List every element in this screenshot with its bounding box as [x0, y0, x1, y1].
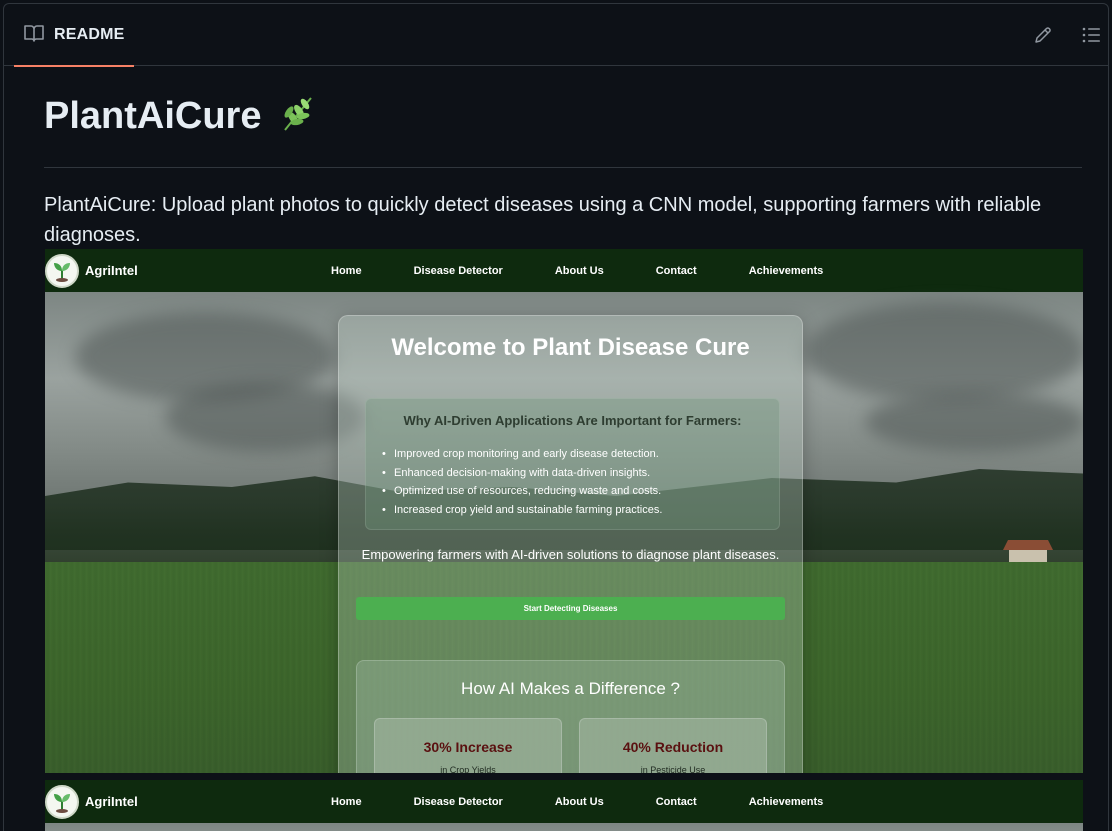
stat-label: in Pesticide Use [640, 765, 706, 773]
stat-value: 30% Increase [423, 739, 513, 755]
nav-links: Home Disease Detector About Us Contact A… [305, 265, 849, 277]
nav-about-us[interactable]: About Us [529, 265, 630, 277]
hero-background-2 [45, 823, 1083, 831]
readme-panel: README PlantAiCure PlantAiCure: Upload p… [3, 3, 1109, 831]
app-navbar-2: AgriIntel Home Disease Detector About Us… [45, 780, 1083, 823]
welcome-title: Welcome to Plant Disease Cure [391, 334, 750, 361]
list-item: Enhanced decision-making with data-drive… [382, 464, 662, 483]
readme-header: README [4, 4, 1108, 67]
list-outline-icon[interactable] [1080, 24, 1102, 46]
app-screenshot-2: AgriIntel Home Disease Detector About Us… [45, 780, 1083, 831]
stat-value: 40% Reduction [622, 739, 724, 755]
welcome-card: Welcome to Plant Disease Cure Why AI-Dri… [338, 315, 803, 773]
brand-name: AgriIntel [85, 794, 138, 809]
nav-contact[interactable]: Contact [630, 265, 723, 277]
difference-box: How AI Makes a Difference ? 30% Increase… [356, 660, 785, 773]
nav-disease-detector[interactable]: Disease Detector [388, 265, 529, 277]
herb-icon [279, 94, 317, 139]
nav-achievements[interactable]: Achievements [723, 265, 850, 277]
nav-achievements[interactable]: Achievements [723, 796, 850, 808]
brand[interactable]: AgriIntel [45, 253, 305, 288]
why-ai-box: Why AI-Driven Applications Are Important… [365, 398, 780, 530]
sprout-logo-icon [45, 253, 79, 288]
farmhouse [1003, 540, 1053, 562]
stat-card-yield: 30% Increase in Crop Yields [374, 718, 562, 773]
sprout-logo-icon [45, 784, 79, 819]
nav-home[interactable]: Home [305, 265, 388, 277]
list-item: Optimized use of resources, reducing was… [382, 482, 662, 501]
stat-card-pesticide: 40% Reduction in Pesticide Use [579, 718, 767, 773]
nav-links-2: Home Disease Detector About Us Contact A… [305, 796, 849, 808]
page-title: PlantAiCure [44, 95, 262, 137]
pencil-icon[interactable] [1032, 24, 1054, 46]
stat-label: in Crop Yields [440, 765, 496, 773]
why-ai-title: Why AI-Driven Applications Are Important… [403, 413, 742, 428]
why-ai-list: Improved crop monitoring and early disea… [382, 445, 662, 520]
brand-name: AgriIntel [85, 263, 138, 278]
app-screenshot: AgriIntel Home Disease Detector About Us… [45, 249, 1083, 773]
brand-2[interactable]: AgriIntel [45, 784, 305, 819]
difference-title: How AI Makes a Difference ? [461, 679, 680, 698]
nav-about-us[interactable]: About Us [529, 796, 630, 808]
list-item: Improved crop monitoring and early disea… [382, 445, 662, 464]
nav-contact[interactable]: Contact [630, 796, 723, 808]
nav-home[interactable]: Home [305, 796, 388, 808]
app-navbar: AgriIntel Home Disease Detector About Us… [45, 249, 1083, 292]
list-item: Increased crop yield and sustainable far… [382, 501, 662, 520]
readme-tab[interactable]: README [14, 4, 134, 67]
nav-disease-detector[interactable]: Disease Detector [388, 796, 529, 808]
readme-tab-label: README [54, 26, 125, 43]
book-icon [24, 24, 44, 47]
empower-text: Empowering farmers with AI-driven soluti… [361, 547, 780, 562]
readme-intro: PlantAiCure: Upload plant photos to quic… [44, 194, 1042, 246]
start-detecting-button[interactable]: Start Detecting Diseases [356, 597, 785, 620]
